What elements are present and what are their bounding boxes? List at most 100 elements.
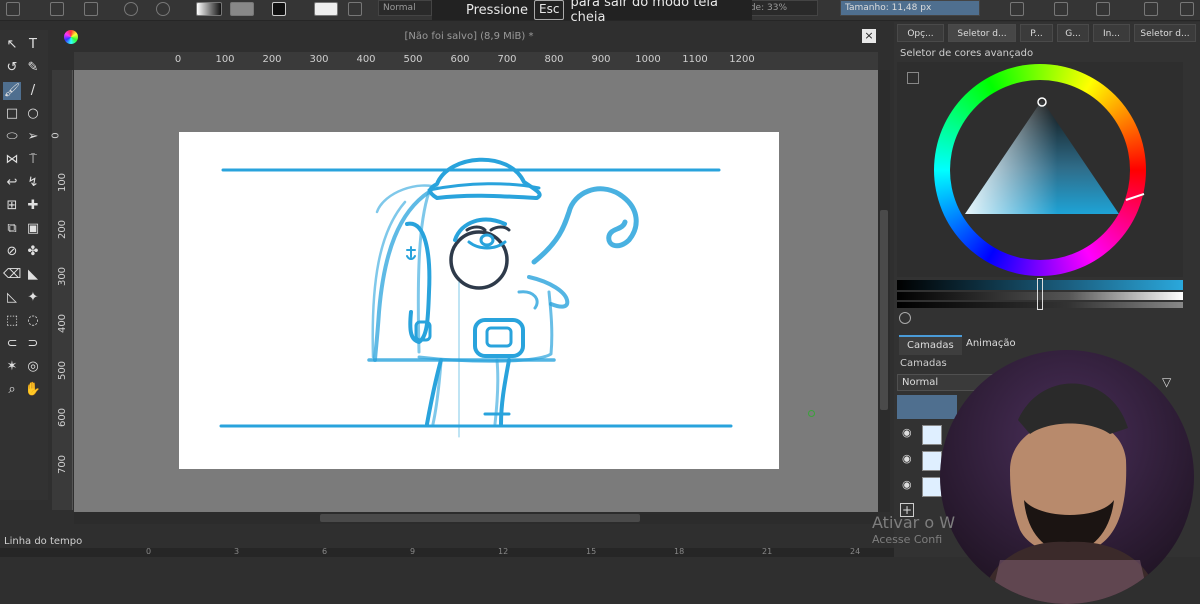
ruler-tick: 1100 bbox=[682, 54, 708, 65]
horizontal-scrollbar[interactable] bbox=[74, 512, 878, 524]
timeline-tick: 9 bbox=[410, 547, 416, 556]
grid-icon[interactable] bbox=[348, 2, 362, 16]
alpha-lock-icon[interactable] bbox=[1144, 2, 1158, 16]
gradient-swatch[interactable] bbox=[196, 2, 222, 16]
open-document-icon[interactable] bbox=[50, 2, 64, 16]
brush-preset-icon[interactable] bbox=[314, 2, 338, 16]
docker-tab[interactable]: In... bbox=[1093, 24, 1130, 42]
tool-button[interactable]: ✦ bbox=[24, 289, 42, 307]
tool-button[interactable]: ⋈ bbox=[3, 151, 21, 169]
eye-icon[interactable]: ◉ bbox=[902, 479, 916, 490]
pattern-swatch[interactable] bbox=[230, 2, 254, 16]
banner-suffix: para sair do modo tela cheia bbox=[570, 0, 718, 25]
tab-animation[interactable]: Animação bbox=[958, 335, 1024, 353]
close-document-button[interactable]: × bbox=[862, 29, 876, 43]
docker-tab[interactable]: Opç... bbox=[897, 24, 944, 42]
ruler-tick: 700 bbox=[57, 454, 69, 475]
tool-button[interactable]: / bbox=[24, 82, 42, 100]
ruler-tick: 200 bbox=[262, 54, 282, 65]
tool-button[interactable]: ⍑ bbox=[24, 151, 42, 169]
timeline-tick: 6 bbox=[322, 547, 328, 556]
redo-icon[interactable] bbox=[156, 2, 170, 16]
docker-tab[interactable]: G... bbox=[1057, 24, 1089, 42]
ruler-tick: 0 bbox=[50, 132, 62, 139]
ruler-tick: 1000 bbox=[635, 54, 661, 65]
ruler-tick: 1200 bbox=[729, 54, 755, 65]
tool-button[interactable]: ✋ bbox=[24, 381, 42, 399]
tool-button[interactable]: ↩ bbox=[3, 174, 21, 192]
tool-button[interactable]: ◺ bbox=[3, 289, 21, 307]
pin-icon[interactable] bbox=[1180, 2, 1194, 16]
docker-tab[interactable]: Seletor d... bbox=[1134, 24, 1196, 42]
toolbox bbox=[0, 30, 48, 500]
wrap-icon[interactable] bbox=[1054, 2, 1068, 16]
timeline-tick: 12 bbox=[498, 547, 509, 556]
ruler-tick: 500 bbox=[57, 360, 69, 381]
size-slider[interactable]: Tamanho: 11,48 px bbox=[840, 0, 980, 16]
ruler-tick: 100 bbox=[57, 172, 69, 193]
eye-icon[interactable]: ◉ bbox=[902, 453, 916, 464]
tool-button[interactable]: ⌕ bbox=[3, 381, 21, 399]
tool-button[interactable]: ✤ bbox=[24, 243, 42, 261]
fullscreen-banner: Pressione Esc para sair do modo tela che… bbox=[432, 0, 752, 25]
tool-button[interactable]: ▣ bbox=[24, 220, 42, 238]
tool-button[interactable]: ✚ bbox=[24, 197, 42, 215]
eye-icon[interactable]: ◉ bbox=[902, 427, 916, 438]
webcam-overlay bbox=[940, 350, 1194, 604]
undo-icon[interactable] bbox=[124, 2, 138, 16]
foreground-color-swatch[interactable] bbox=[272, 2, 286, 16]
canvas-area[interactable] bbox=[74, 70, 878, 512]
ruler-tick: 700 bbox=[497, 54, 517, 65]
save-icon[interactable] bbox=[84, 2, 98, 16]
erase-icon[interactable] bbox=[1096, 2, 1110, 16]
tool-button[interactable]: ⊂ bbox=[3, 335, 21, 353]
tool-button[interactable]: 🖌 bbox=[3, 82, 21, 100]
tool-button[interactable]: ✶ bbox=[3, 358, 21, 376]
docker-tab[interactable]: P... bbox=[1020, 24, 1053, 42]
ruler-tick: 500 bbox=[403, 54, 423, 65]
tool-button[interactable]: ○ bbox=[24, 105, 42, 123]
ruler-tick: 600 bbox=[57, 407, 69, 428]
tool-button[interactable]: ⬚ bbox=[3, 312, 21, 330]
tool-button[interactable]: ↖ bbox=[3, 36, 21, 54]
tab-layers[interactable]: Camadas bbox=[899, 335, 962, 355]
vertical-scroll-thumb[interactable] bbox=[880, 210, 888, 410]
tool-button[interactable]: T bbox=[24, 36, 42, 54]
drawing-canvas[interactable] bbox=[179, 132, 811, 469]
timeline-tick: 0 bbox=[146, 547, 152, 556]
horizontal-scroll-thumb[interactable] bbox=[320, 514, 640, 522]
docker-tab[interactable]: Seletor d... bbox=[948, 24, 1016, 42]
blend-mode-select[interactable]: Normal bbox=[378, 0, 432, 16]
color-selector[interactable] bbox=[897, 62, 1183, 277]
ruler-tick: 300 bbox=[57, 266, 69, 287]
timeline-tick: 3 bbox=[234, 547, 240, 556]
tool-button[interactable]: ⬭ bbox=[3, 128, 21, 146]
mirror-icon[interactable] bbox=[1010, 2, 1024, 16]
filter-icon[interactable]: ▽ bbox=[1162, 375, 1171, 389]
tool-button[interactable]: ↯ bbox=[24, 174, 42, 192]
ruler-tick: 600 bbox=[450, 54, 470, 65]
tool-button[interactable]: ✎ bbox=[24, 59, 42, 77]
tool-button[interactable]: ◣ bbox=[24, 266, 42, 284]
tool-button[interactable]: ↺ bbox=[3, 59, 21, 77]
ruler-tick: 400 bbox=[356, 54, 376, 65]
timeline-tick: 24 bbox=[850, 547, 861, 556]
refresh-icon[interactable] bbox=[899, 312, 911, 324]
tool-button[interactable]: ◌ bbox=[24, 312, 42, 330]
tool-button[interactable]: ⧉ bbox=[3, 220, 21, 238]
vertical-scrollbar[interactable] bbox=[878, 70, 890, 512]
tool-button[interactable]: □ bbox=[3, 105, 21, 123]
tool-button[interactable]: ⌫ bbox=[3, 266, 21, 284]
color-wheel[interactable] bbox=[897, 62, 1183, 277]
layer-row-selected[interactable] bbox=[897, 395, 957, 419]
tool-button[interactable]: ➢ bbox=[24, 128, 42, 146]
tool-button[interactable]: ◎ bbox=[24, 358, 42, 376]
color-history-bars[interactable] bbox=[897, 278, 1183, 310]
new-document-icon[interactable] bbox=[6, 2, 20, 16]
layer-thumbnail bbox=[922, 425, 942, 445]
tool-button[interactable]: ⊘ bbox=[3, 243, 21, 261]
tool-button[interactable]: ⊞ bbox=[3, 197, 21, 215]
tool-button[interactable]: ⊃ bbox=[24, 335, 42, 353]
timeline-tick: 15 bbox=[586, 547, 597, 556]
settings-icon[interactable] bbox=[907, 72, 919, 84]
